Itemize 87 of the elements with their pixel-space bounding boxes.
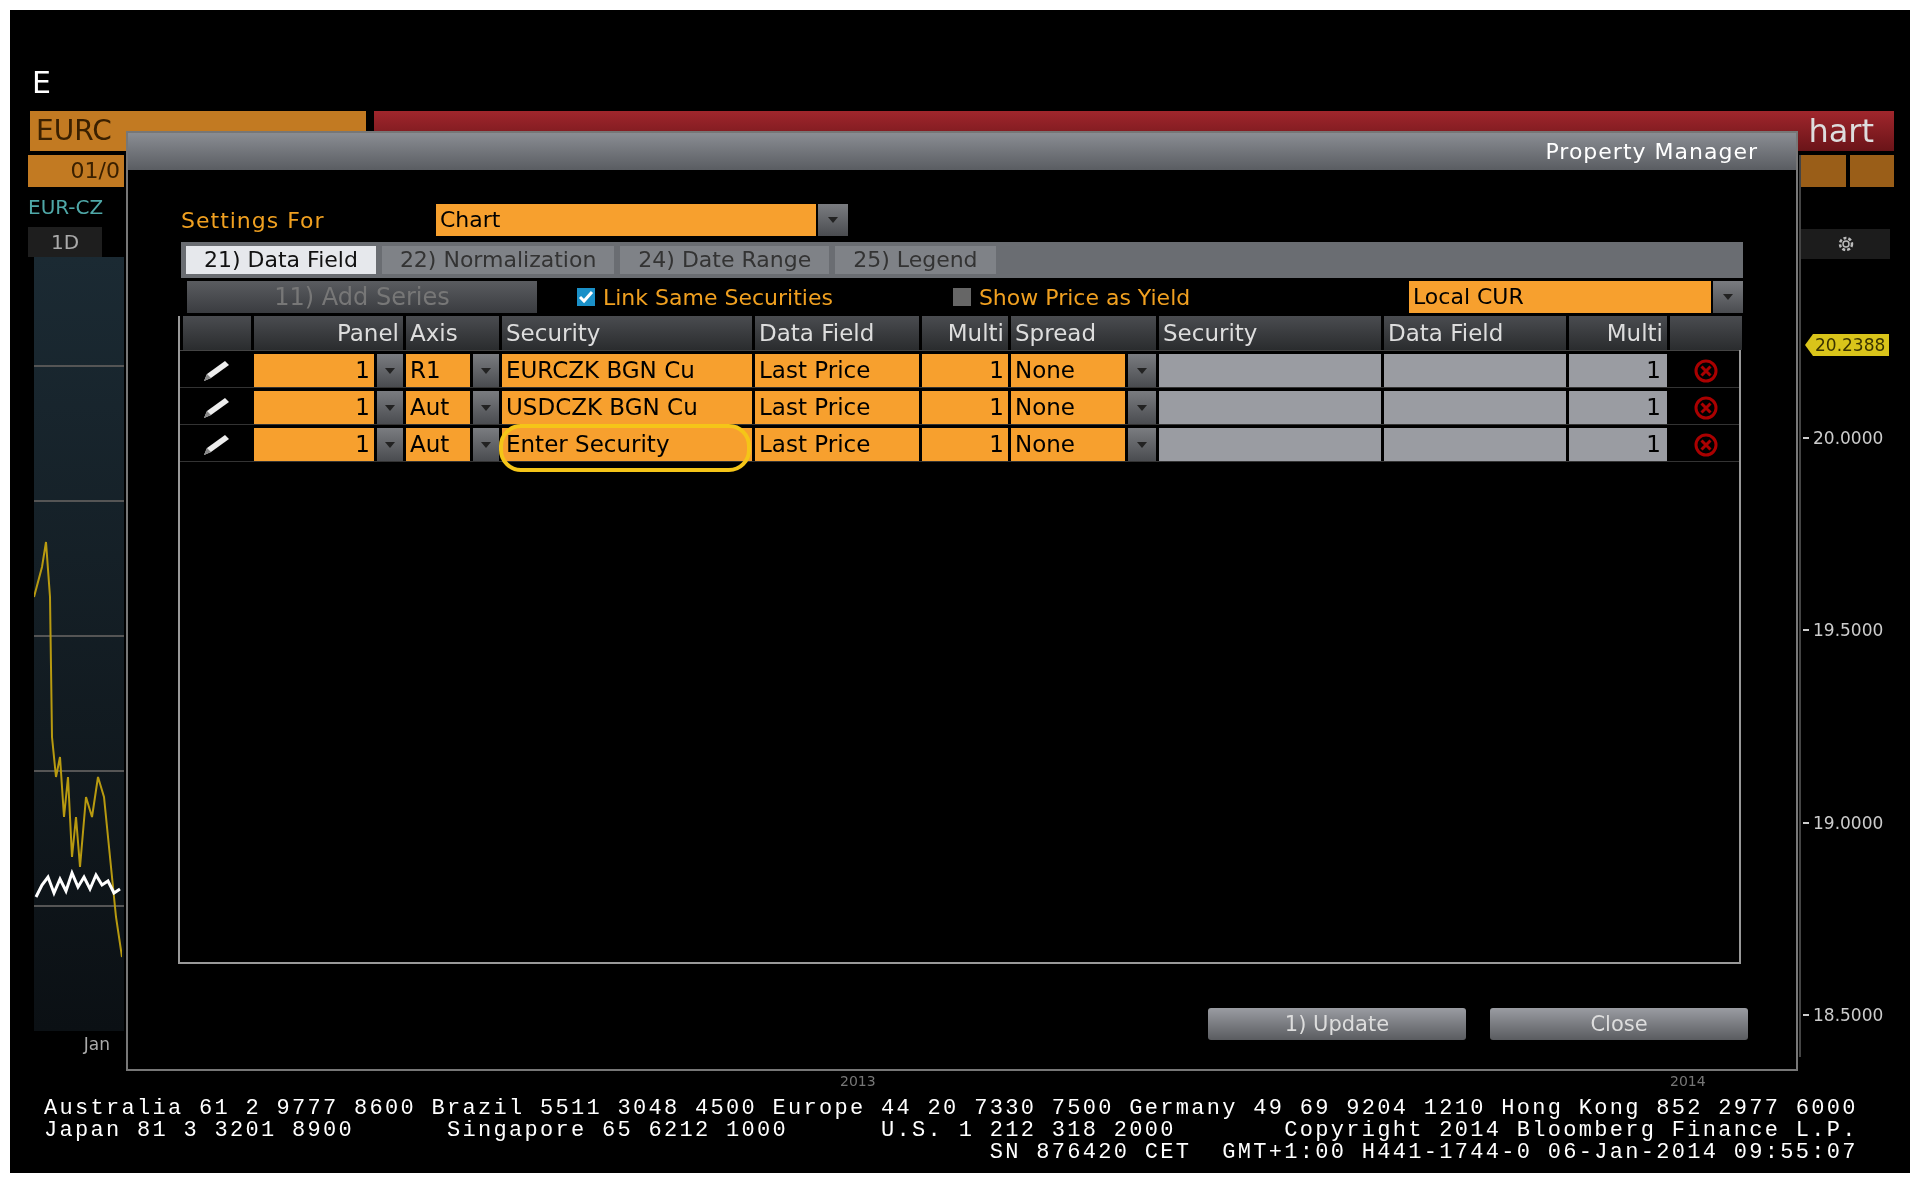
spread-field[interactable]: None	[1011, 354, 1125, 387]
spread-data-field[interactable]	[1384, 428, 1566, 461]
checkbox[interactable]	[577, 288, 595, 306]
spread-field[interactable]: None	[1011, 391, 1125, 424]
checkbox-label: Show Price as Yield	[978, 284, 1191, 310]
footer-text: Japan 81 3 3201 8900 Singapore 65 6212 1000 U.S. 1 212 318 2000 Copyright 2014 Bloomberg Finance L.P.	[44, 1120, 1858, 1142]
axis-label: Jan	[82, 1033, 111, 1056]
settings-dropdown[interactable]: Chart	[436, 204, 816, 236]
column-header: Multi	[922, 316, 1008, 350]
security-field[interactable]: EURCZK BGN Cu	[502, 354, 752, 387]
dropdown-button[interactable]	[377, 354, 403, 387]
caret-icon	[385, 367, 395, 374]
caret-icon	[481, 367, 491, 374]
spread-security-field[interactable]	[1159, 428, 1381, 461]
column-header	[1670, 316, 1742, 350]
ticker-label: EUR-CZ	[28, 195, 105, 221]
caret-icon	[481, 404, 491, 411]
caret-icon	[1723, 294, 1733, 300]
dropdown-button[interactable]	[473, 428, 499, 461]
column-header: Axis	[406, 316, 499, 350]
dialog-title: Property Manager	[1545, 139, 1758, 164]
column-header	[183, 316, 251, 350]
column-header: Multi	[1569, 316, 1667, 350]
caret-icon	[828, 217, 838, 223]
axis-field[interactable]: R1	[406, 354, 470, 387]
header-block	[1801, 155, 1846, 187]
delete-icon[interactable]	[1693, 357, 1719, 384]
column-header: Security	[502, 316, 752, 350]
date-field[interactable]: 01/0	[28, 155, 124, 187]
spread-multiplier-field[interactable]: 1	[1569, 391, 1667, 424]
dropdown-button[interactable]	[377, 391, 403, 424]
settings-button[interactable]	[1801, 229, 1890, 259]
caret-icon	[481, 441, 491, 448]
period-button[interactable]: 1D	[28, 227, 102, 257]
column-header: Spread	[1011, 316, 1156, 350]
column-header: Data Field	[1384, 316, 1566, 350]
dropdown-button[interactable]	[1713, 281, 1743, 313]
spread-multiplier-field[interactable]: 1	[1569, 428, 1667, 461]
panel-field[interactable]: 1	[254, 354, 374, 387]
dropdown-button[interactable]	[1128, 391, 1156, 424]
panel-field[interactable]: 1	[254, 428, 374, 461]
dropdown-button[interactable]	[818, 204, 848, 236]
price-tag: 20.2388	[1805, 334, 1890, 356]
spread-data-field[interactable]	[1384, 391, 1566, 424]
caret-icon	[385, 404, 395, 411]
spread-data-field[interactable]	[1384, 354, 1566, 387]
caret-icon	[1137, 441, 1147, 448]
data-field-cell[interactable]: Last Price	[755, 354, 919, 387]
delete-icon[interactable]	[1693, 394, 1719, 421]
axis-label: 2014	[1670, 1073, 1706, 1089]
tab[interactable]: 21) Data Field	[186, 246, 376, 274]
axis-field[interactable]: Aut	[406, 391, 470, 424]
dropdown-button[interactable]	[473, 391, 499, 424]
security-field[interactable]: Enter Security	[502, 428, 752, 461]
multiplier-field[interactable]: 1	[922, 428, 1008, 461]
checkbox[interactable]	[952, 288, 971, 306]
axis-label: 2013	[840, 1073, 876, 1089]
header-block	[1849, 155, 1894, 187]
column-header: Security	[1159, 316, 1381, 350]
multiplier-field[interactable]: 1	[922, 391, 1008, 424]
chart-title: hart	[1808, 112, 1874, 150]
dropdown-button[interactable]	[377, 428, 403, 461]
dropdown-button[interactable]	[1128, 428, 1156, 461]
dropdown-button[interactable]	[1128, 354, 1156, 387]
column-header: Data Field	[755, 316, 919, 350]
spread-multiplier-field[interactable]: 1	[1569, 354, 1667, 387]
settings-label: Settings For	[181, 207, 326, 233]
column-header: Panel	[254, 316, 403, 350]
caret-icon	[385, 441, 395, 448]
data-field-cell[interactable]: Last Price	[755, 391, 919, 424]
delete-icon[interactable]	[1693, 431, 1719, 458]
spread-security-field[interactable]	[1159, 391, 1381, 424]
screen-title: E	[32, 68, 51, 98]
caret-icon	[1137, 367, 1147, 374]
axis-field[interactable]: Aut	[406, 428, 470, 461]
checkbox-label: Link Same Securities	[603, 284, 833, 310]
multiplier-field[interactable]: 1	[922, 354, 1008, 387]
footer-text: Australia 61 2 9777 8600 Brazil 5511 3048 4500 Europe 44 20 7330 7500 Germany 49 69 9204 1210 Hong Kong 852 2977 6000	[44, 1098, 1858, 1120]
dropdown-button[interactable]	[473, 354, 499, 387]
security-field[interactable]: USDCZK BGN Cu	[502, 391, 752, 424]
footer-text: SN 876420 CET GMT+1:00 H441-1744-0 06-Jan-2014 09:55:07	[988, 1142, 1858, 1164]
spread-security-field[interactable]	[1159, 354, 1381, 387]
caret-icon	[1137, 404, 1147, 411]
panel-field[interactable]: 1	[254, 391, 374, 424]
spread-field[interactable]: None	[1011, 428, 1125, 461]
data-field-cell[interactable]: Last Price	[755, 428, 919, 461]
currency-dropdown[interactable]: Local CUR	[1409, 281, 1711, 313]
